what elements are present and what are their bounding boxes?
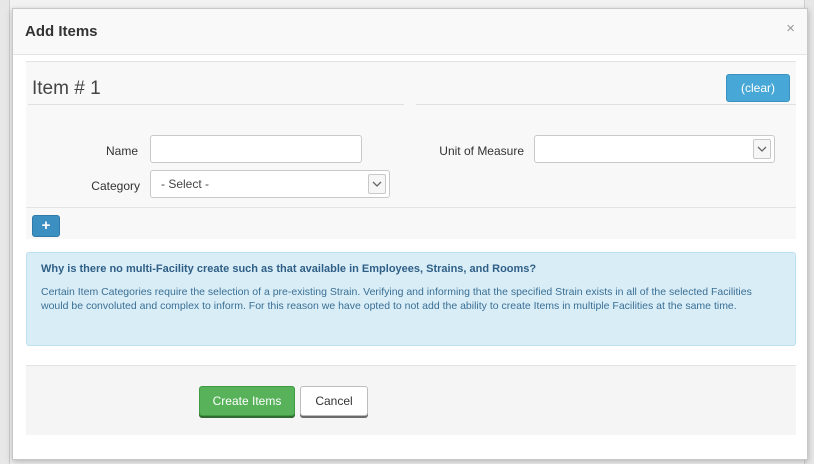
chevron-down-icon xyxy=(368,174,386,194)
plus-icon: + xyxy=(41,217,51,234)
chevron-down-icon xyxy=(753,139,771,159)
background-edge-left xyxy=(0,0,10,464)
clear-button[interactable]: (clear) xyxy=(726,74,790,102)
info-heading: Why is there no multi-Facility create su… xyxy=(41,263,537,275)
create-items-button[interactable]: Create Items xyxy=(199,386,295,416)
info-body: Certain Item Categories require the sele… xyxy=(41,286,752,312)
name-label: Name xyxy=(105,144,138,158)
title-divider-left xyxy=(28,104,404,105)
title-divider-right xyxy=(416,104,796,105)
unit-of-measure-label: Unit of Measure xyxy=(439,144,524,158)
add-item-button[interactable]: + xyxy=(32,215,60,237)
add-items-modal: Add Items × Item # 1 (clear) Name Unit o… xyxy=(12,8,808,460)
name-input[interactable] xyxy=(150,135,362,163)
unit-of-measure-select[interactable] xyxy=(534,135,775,163)
category-select[interactable]: - Select - xyxy=(150,170,390,198)
panel-divider xyxy=(26,207,796,208)
close-icon[interactable]: × xyxy=(786,21,795,36)
cancel-button[interactable]: Cancel xyxy=(300,386,368,416)
category-selected-value: - Select - xyxy=(161,177,210,191)
info-alert: Why is there no multi-Facility create su… xyxy=(26,252,796,346)
category-label: Category xyxy=(91,179,140,193)
modal-footer: Create Items Cancel xyxy=(26,365,796,435)
item-title: Item # 1 xyxy=(32,78,101,99)
modal-title: Add Items xyxy=(25,23,98,40)
item-panel: Item # 1 (clear) Name Unit of Measure Ca… xyxy=(26,61,796,239)
modal-header: Add Items xyxy=(13,9,807,55)
